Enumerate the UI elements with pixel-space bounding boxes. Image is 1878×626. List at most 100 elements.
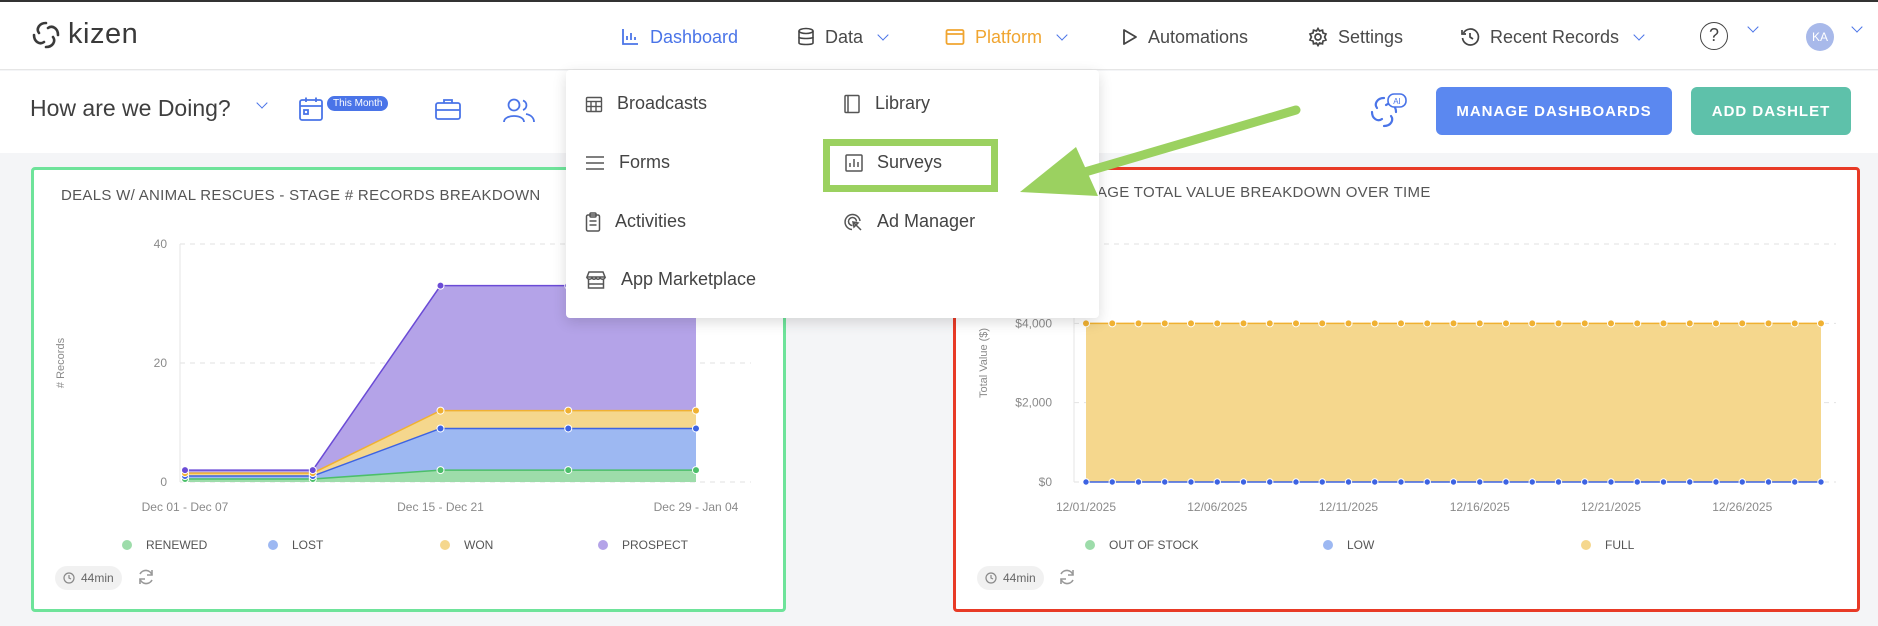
data-point	[1659, 319, 1668, 328]
data-point	[1134, 478, 1143, 486]
legend-dot	[1581, 540, 1591, 550]
calendar-grid-icon	[585, 96, 603, 112]
refresh-age-text: 44min	[81, 571, 114, 585]
refresh-age-text: 44min	[1003, 571, 1036, 585]
legend-dot	[440, 540, 450, 550]
data-point	[436, 466, 445, 475]
refresh-icon[interactable]	[1057, 567, 1077, 587]
data-point	[1528, 319, 1537, 328]
data-point	[1475, 319, 1484, 328]
book-icon	[844, 94, 860, 113]
data-point	[1423, 319, 1432, 328]
store-icon	[585, 270, 607, 289]
calendar-icon[interactable]	[298, 96, 324, 122]
menu-item-label: Activities	[615, 211, 687, 231]
nav-automations-label: Automations	[1148, 26, 1249, 47]
menu-item-ad-manager[interactable]: Ad Manager	[843, 211, 975, 232]
help-icon[interactable]: ?	[1700, 22, 1728, 50]
people-icon[interactable]	[502, 96, 536, 124]
data-point	[1108, 319, 1117, 328]
nav-data[interactable]: Data	[797, 24, 889, 50]
data-point	[692, 424, 700, 433]
briefcase-icon[interactable]	[434, 97, 462, 121]
area-series	[1086, 323, 1821, 482]
x-tick-label: 12/06/2025	[1187, 500, 1247, 514]
y-axis-label: # Records	[55, 337, 67, 388]
logo-text: kizen	[68, 18, 139, 50]
data-point	[1791, 478, 1799, 486]
data-point	[692, 466, 700, 475]
y-tick-label: $0	[1039, 475, 1053, 489]
legend-label: RENEWED	[146, 538, 208, 552]
menu-item-library[interactable]: Library	[843, 93, 930, 114]
data-point	[1397, 319, 1405, 328]
history-icon	[1461, 28, 1480, 46]
data-point	[1764, 319, 1773, 328]
data-point	[1738, 478, 1746, 486]
data-point	[436, 281, 445, 290]
data-point	[1370, 319, 1379, 328]
data-point	[564, 424, 573, 433]
manage-dashboards-button[interactable]: MANAGE DASHBOARDS	[1436, 87, 1672, 135]
menu-item-forms[interactable]: Forms	[585, 152, 670, 173]
ai-label: AI	[1393, 97, 1401, 106]
menu-item-app-marketplace[interactable]: App Marketplace	[585, 269, 756, 290]
ai-assistant-icon[interactable]: AI	[1364, 92, 1408, 132]
add-dashlet-button[interactable]: ADD DASHLET	[1691, 87, 1851, 135]
data-point	[1266, 478, 1274, 486]
x-tick-label: 12/01/2025	[1056, 500, 1116, 514]
data-point	[692, 406, 700, 415]
lines-icon	[586, 155, 604, 170]
data-point	[308, 466, 317, 475]
chevron-down-icon[interactable]	[1851, 21, 1863, 33]
legend-dot	[1085, 540, 1095, 550]
data-point	[564, 466, 573, 475]
target-pointer-icon	[844, 213, 862, 231]
chevron-down-icon[interactable]	[1747, 21, 1759, 33]
date-range-badge[interactable]: This Month	[327, 96, 389, 111]
avatar[interactable]: KA	[1806, 23, 1834, 51]
chevron-down-icon	[1633, 28, 1645, 41]
kizen-logo[interactable]: kizen	[30, 18, 138, 51]
data-point	[1817, 319, 1825, 328]
refresh-icon[interactable]	[136, 567, 156, 587]
data-point	[1082, 319, 1090, 328]
menu-item-activities[interactable]: Activities	[585, 211, 686, 232]
nav-recent-records-label: Recent Records	[1490, 26, 1620, 47]
menu-item-label: Broadcasts	[617, 93, 708, 113]
nav-automations[interactable]: Automations	[1122, 24, 1248, 50]
timer-icon	[63, 572, 75, 584]
clipboard-icon	[585, 211, 601, 232]
x-tick-label: 12/21/2025	[1581, 500, 1641, 514]
top-navigation-bar: kizen Dashboard Data Platform Automation…	[0, 0, 1878, 70]
nav-dashboard[interactable]: Dashboard	[620, 24, 738, 50]
y-tick-label: 0	[160, 475, 167, 489]
data-point	[436, 424, 445, 433]
nav-recent-records[interactable]: Recent Records	[1460, 24, 1645, 50]
surveys-highlight-box	[823, 139, 998, 192]
x-tick-label: Dec 01 - Dec 07	[142, 500, 229, 514]
legend-label: LOST	[292, 538, 324, 552]
menu-item-broadcasts[interactable]: Broadcasts	[585, 93, 707, 114]
x-tick-label: 12/16/2025	[1450, 500, 1510, 514]
nav-platform-label: Platform	[975, 26, 1043, 47]
nav-settings[interactable]: Settings	[1308, 24, 1403, 50]
database-icon	[798, 27, 814, 46]
data-point	[1292, 478, 1300, 486]
nav-platform[interactable]: Platform	[945, 24, 1068, 50]
nav-dashboard-label: Dashboard	[650, 26, 739, 47]
data-point	[1554, 319, 1563, 328]
data-point	[1397, 478, 1405, 486]
data-point	[1686, 478, 1694, 486]
timer-icon	[985, 572, 997, 584]
data-point	[1685, 319, 1694, 328]
data-point	[1502, 478, 1510, 486]
dashboard-chart-icon	[622, 29, 638, 45]
nav-data-label: Data	[825, 26, 864, 47]
data-point	[1633, 319, 1642, 328]
play-icon	[1123, 29, 1137, 45]
chart-legend: RENEWED LOST WON PROSPECT	[122, 538, 688, 552]
menu-item-label: Library	[875, 93, 931, 113]
data-point	[436, 406, 445, 415]
page-title[interactable]: How are we Doing?	[30, 95, 231, 122]
